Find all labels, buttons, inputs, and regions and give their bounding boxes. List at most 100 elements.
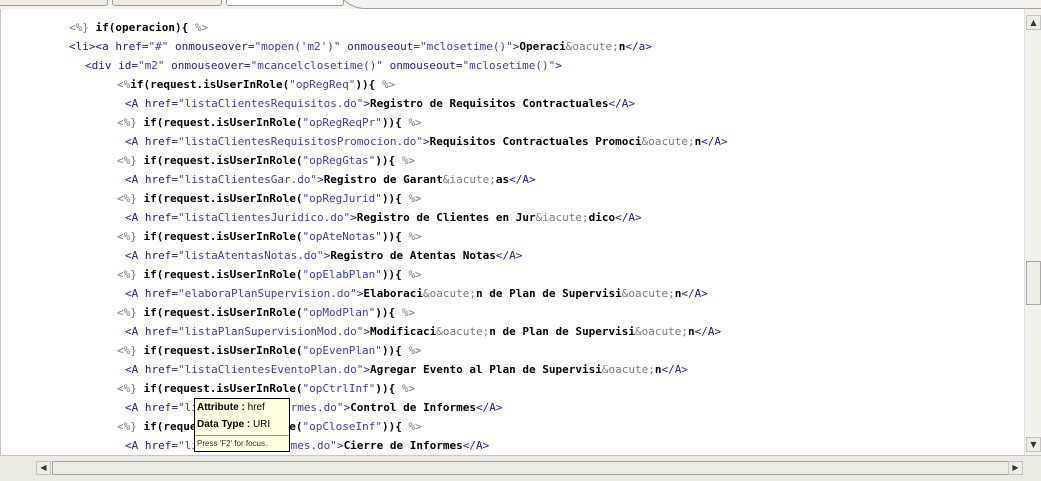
code-line: <A href="listaClientesJuridico.do">Regis… bbox=[69, 208, 728, 227]
code-line: <%} if(request.isUserInRole("opCloseInf"… bbox=[69, 417, 728, 436]
code-token: <%} bbox=[117, 420, 144, 433]
vertical-scrollbar[interactable]: ▲ ▼ bbox=[1024, 9, 1041, 455]
tooltip-datatype-label: Data Type : bbox=[197, 419, 251, 430]
code-editor[interactable]: <%} if(operacion){ %> <li><a href="#" onm… bbox=[0, 9, 1025, 455]
code-token: <A href= bbox=[125, 211, 178, 224]
code-token: if(req bbox=[143, 382, 184, 395]
code-token: </A> bbox=[495, 249, 523, 262]
code-token: Registro de Garant bbox=[323, 173, 443, 186]
code-token: <A href= bbox=[125, 287, 178, 300]
code-line: <A href="listaClientesRequisitos.do">Reg… bbox=[69, 94, 728, 113]
code-line: <A href="listaClientesRequisitosPromocio… bbox=[69, 132, 728, 151]
code-token: &oacute; bbox=[601, 363, 655, 376]
code-token: "listaClientesJuridico.do" bbox=[177, 211, 351, 224]
code-token: <%} bbox=[117, 154, 144, 167]
code-line: <%} if(operacion){ %> bbox=[69, 18, 728, 37]
code-token: <%} bbox=[117, 306, 144, 319]
code-line: <A href="listaControlInformes.do">Contro… bbox=[69, 398, 728, 417]
code-line: <%if(request.isUserInRole("opRegReq")){ … bbox=[69, 75, 728, 94]
code-token: <%} bbox=[117, 230, 144, 243]
code-token: </A> bbox=[694, 325, 722, 338]
code-token: %> bbox=[401, 306, 416, 319]
code-token: </A> bbox=[462, 439, 490, 452]
code-token: if(req bbox=[143, 420, 184, 433]
code-token: %> bbox=[408, 268, 422, 281]
code-token: "opCtrlInf" bbox=[302, 382, 376, 395]
code-token: )){ bbox=[381, 268, 409, 281]
vertical-scroll-thumb[interactable] bbox=[1026, 261, 1041, 305]
code-line: <div id="m2" onmouseover="mcancelcloseti… bbox=[69, 56, 728, 75]
code-token: </A> bbox=[681, 287, 708, 300]
code-token: %> bbox=[408, 116, 422, 129]
code-token: )){ bbox=[375, 306, 402, 319]
code-token: &oacute; bbox=[423, 287, 477, 300]
code-token: <A href= bbox=[125, 363, 178, 376]
code-token: "#" bbox=[148, 40, 169, 53]
code-token: Registro de Requisitos Contractuales bbox=[370, 97, 609, 110]
code-token: "opRegReq" bbox=[289, 78, 356, 91]
code-token: </A> bbox=[661, 363, 688, 376]
code-token: &oacute; bbox=[634, 325, 688, 338]
code-token: <div id= bbox=[85, 59, 138, 72]
tooltip-attribute-value: href bbox=[247, 402, 265, 413]
code-token: <li><a href= bbox=[69, 40, 149, 53]
code-token: onmouseover= bbox=[168, 40, 255, 53]
horizontal-scrollbar[interactable]: ◀ ▶ bbox=[0, 455, 1041, 481]
code-token: &oacute; bbox=[621, 287, 675, 300]
code-token: Cierre de Informes bbox=[343, 439, 463, 452]
code-token: <A href= bbox=[125, 439, 178, 452]
scroll-down-button[interactable]: ▼ bbox=[1026, 437, 1041, 452]
code-token: if(request.isUserInRole( bbox=[143, 230, 303, 243]
code-token: if(request.isUserInRole( bbox=[143, 154, 303, 167]
code-token: %> bbox=[408, 344, 422, 357]
code-token: "opCloseInf" bbox=[302, 420, 382, 433]
tooltip-attribute-label: Attribute : bbox=[197, 402, 245, 413]
code-token: "m2" bbox=[137, 59, 165, 72]
code-token: n bbox=[687, 325, 695, 338]
code-token: </A> bbox=[608, 97, 635, 110]
editor-tab-1[interactable] bbox=[0, 0, 108, 6]
code-token: "opElabPlan" bbox=[302, 268, 382, 281]
tooltip-focus-hint: Press 'F2' for focus. bbox=[195, 435, 289, 451]
code-token: if(operacion){ bbox=[95, 21, 195, 34]
code-token: "mcancelclosetime()" bbox=[250, 59, 384, 72]
code-token: &oacute; bbox=[436, 325, 490, 338]
code-lines: <%} if(operacion){ %> <li><a href="#" onm… bbox=[69, 18, 728, 455]
code-token: as bbox=[495, 173, 510, 186]
code-token: <%} bbox=[117, 116, 144, 129]
scroll-left-button[interactable]: ◀ bbox=[36, 461, 51, 475]
code-token: if(request.isUserInRole( bbox=[143, 344, 303, 357]
code-token: <%} bbox=[117, 268, 144, 281]
code-token: > bbox=[336, 439, 344, 452]
code-token: )){ bbox=[375, 154, 402, 167]
code-token: "listaClientesGar.do" bbox=[177, 173, 318, 186]
code-token: &oacute; bbox=[565, 40, 619, 53]
code-token: <A href= bbox=[125, 97, 178, 110]
code-token: %> bbox=[408, 420, 422, 433]
code-token: "opEvenPlan" bbox=[302, 344, 382, 357]
code-token: &iacute; bbox=[535, 211, 589, 224]
tooltip-datatype-value: URI bbox=[252, 419, 271, 430]
code-token: "opRegJurid" bbox=[302, 192, 382, 205]
code-token: )){ bbox=[381, 192, 409, 205]
code-token: </A> bbox=[476, 401, 503, 414]
horizontal-scroll-thumb[interactable] bbox=[52, 461, 1016, 475]
code-token: &oacute; bbox=[641, 135, 695, 148]
code-token: n de Plan de Supervisi bbox=[476, 287, 622, 300]
scroll-right-button[interactable]: ▶ bbox=[1008, 461, 1023, 475]
scroll-up-button[interactable]: ▲ bbox=[1026, 15, 1041, 30]
code-line: <A href="listaClientesGar.do">Registro d… bbox=[69, 170, 728, 189]
editor-tab-2[interactable] bbox=[112, 0, 222, 6]
code-token: "listaClientesEventoPlan.do" bbox=[177, 363, 364, 376]
code-token: Elaboraci bbox=[363, 287, 424, 300]
code-line: <A href="listaPlanSupervisionMod.do">Mod… bbox=[69, 322, 728, 341]
code-token: <A href= bbox=[125, 401, 178, 414]
code-token: n de Plan de Supervisi bbox=[489, 325, 635, 338]
editor-tab-active[interactable] bbox=[226, 0, 344, 6]
code-line: <%} if(request.isUserInRole("opRegJurid"… bbox=[69, 189, 728, 208]
code-line: <%} if(request.isUserInRole("opRegGtas")… bbox=[69, 151, 728, 170]
code-line: <%} if(request.isUserInRole("opElabPlan"… bbox=[69, 265, 728, 284]
tooltip-datatype-row: Data Type : URI bbox=[197, 419, 270, 430]
code-token: )){ bbox=[381, 344, 409, 357]
code-token: if(request.isUserInRole( bbox=[143, 268, 303, 281]
